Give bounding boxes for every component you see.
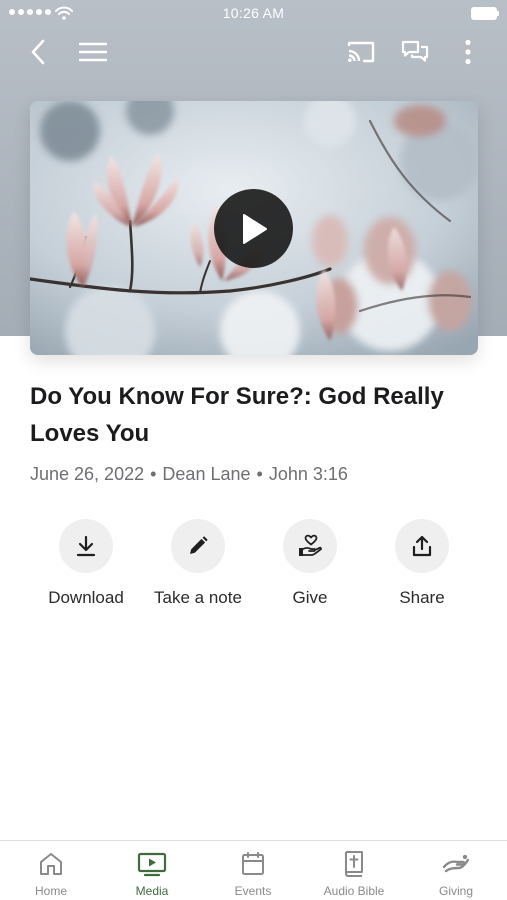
hamburger-menu-icon bbox=[79, 42, 107, 62]
pencil-icon bbox=[190, 536, 208, 554]
sermon-meta: June 26, 2022 • Dean Lane • John 3:16 bbox=[30, 464, 348, 485]
bible-icon bbox=[345, 851, 363, 877]
tab-home-label: Home bbox=[34, 884, 67, 898]
media-tv-icon bbox=[137, 852, 167, 877]
cast-button[interactable] bbox=[341, 32, 381, 72]
sermon-speaker[interactable]: Dean Lane bbox=[162, 464, 250, 484]
meta-separator: • bbox=[256, 464, 263, 484]
tab-audio-bible-label: Audio Bible bbox=[323, 884, 385, 898]
bottom-tab-bar: Home Media Events Audio Bible Giving bbox=[0, 840, 507, 900]
give-circle bbox=[283, 519, 337, 573]
menu-button[interactable] bbox=[73, 32, 113, 72]
more-options-button[interactable] bbox=[448, 32, 488, 72]
video-thumbnail[interactable] bbox=[30, 101, 478, 355]
home-icon bbox=[40, 853, 62, 875]
sermon-scripture[interactable]: John 3:16 bbox=[269, 464, 348, 484]
share-circle bbox=[395, 519, 449, 573]
chat-icon bbox=[401, 40, 429, 62]
cast-icon bbox=[347, 41, 375, 63]
sermon-date: June 26, 2022 bbox=[30, 464, 145, 484]
tab-events[interactable]: Events bbox=[203, 849, 303, 898]
back-chevron-icon bbox=[31, 39, 45, 65]
calendar-icon bbox=[242, 852, 264, 875]
share-button[interactable]: Share bbox=[366, 519, 478, 608]
tab-audio-bible[interactable]: Audio Bible bbox=[304, 849, 404, 898]
sermon-detail-screen: 10:26 AM Do You Know For Sure?: God Real… bbox=[0, 0, 507, 900]
back-button[interactable] bbox=[18, 32, 58, 72]
give-button[interactable]: Give bbox=[254, 519, 366, 608]
play-button[interactable] bbox=[214, 189, 293, 268]
tab-home[interactable]: Home bbox=[1, 849, 101, 898]
giving-hand-icon bbox=[442, 854, 470, 873]
tab-giving[interactable]: Giving bbox=[406, 849, 506, 898]
sermon-title: Do You Know For Sure?: God Really Loves … bbox=[30, 383, 444, 447]
status-bar: 10:26 AM bbox=[0, 0, 507, 28]
meta-separator: • bbox=[150, 464, 157, 484]
play-icon bbox=[242, 213, 267, 244]
tab-media-label: Media bbox=[135, 884, 169, 898]
tab-giving-label: Giving bbox=[438, 884, 473, 898]
tab-media[interactable]: Media bbox=[102, 849, 202, 898]
download-circle bbox=[59, 519, 113, 573]
give-label: Give bbox=[292, 588, 328, 607]
download-label: Download bbox=[48, 588, 124, 607]
take-note-label: Take a note bbox=[154, 588, 242, 607]
download-icon bbox=[76, 535, 96, 557]
download-button[interactable]: Download bbox=[30, 519, 142, 608]
take-note-circle bbox=[171, 519, 225, 573]
more-vertical-icon bbox=[465, 39, 471, 65]
take-note-button[interactable]: Take a note bbox=[142, 519, 254, 608]
tab-events-label: Events bbox=[234, 884, 272, 898]
share-icon bbox=[412, 535, 432, 557]
share-label: Share bbox=[399, 588, 445, 607]
chat-button[interactable] bbox=[395, 32, 435, 72]
give-heart-hand-icon bbox=[299, 534, 322, 556]
battery-icon bbox=[471, 7, 499, 20]
status-time: 10:26 AM bbox=[222, 5, 285, 21]
